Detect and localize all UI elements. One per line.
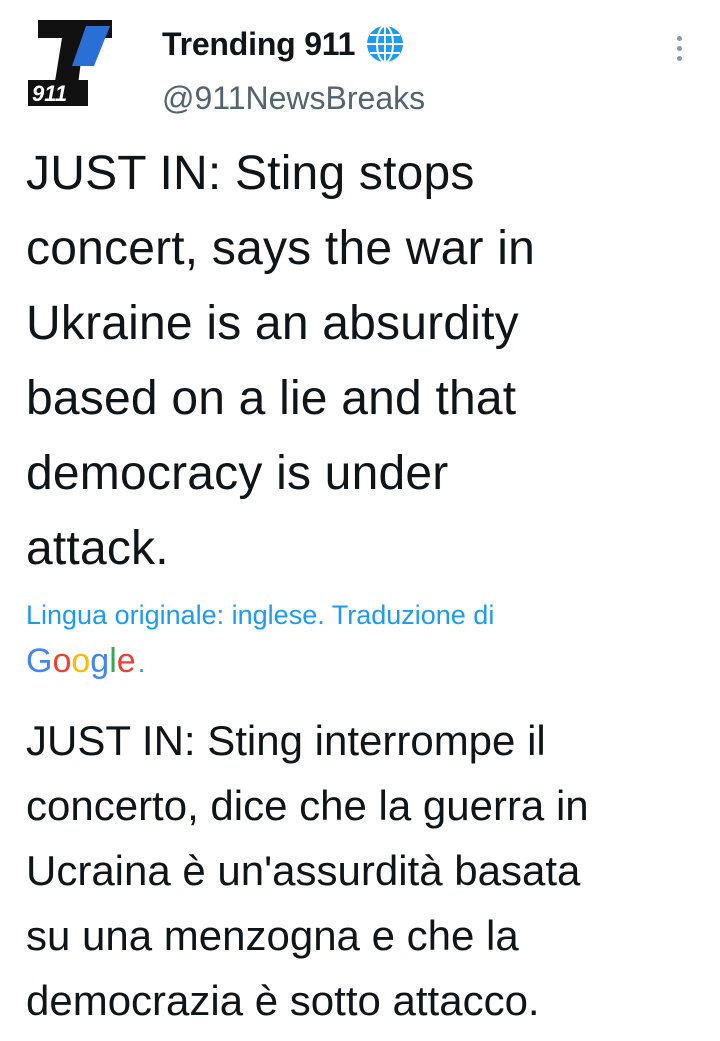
tweet-original-text: JUST IN: Sting stops concert, says the w…	[26, 147, 536, 575]
display-name[interactable]: Trending 911	[162, 26, 355, 63]
tweet-header: 911 Trending 911 @911NewsBreaks	[0, 0, 720, 130]
more-vertical-icon[interactable]	[664, 30, 694, 66]
avatar[interactable]: 911	[22, 14, 130, 122]
avatar-logo-text: 911	[32, 81, 67, 106]
translation-label: Lingua originale: inglese. Traduzione di	[26, 600, 495, 630]
translation-provider-dot: .	[137, 648, 146, 678]
google-letter-o1: o	[52, 642, 72, 680]
google-letter-g2: g	[90, 642, 110, 680]
google-letter-e: e	[116, 642, 136, 680]
globe-icon	[365, 24, 405, 64]
tweet-translated-text: JUST IN: Sting interrompe il concerto, d…	[26, 717, 589, 1024]
google-letter-o2: o	[71, 642, 91, 680]
google-letter-l: l	[109, 642, 117, 680]
name-row: Trending 911	[162, 22, 405, 66]
user-handle[interactable]: @911NewsBreaks	[162, 80, 425, 117]
google-letter-g: G	[26, 642, 53, 680]
google-logo[interactable]: G o o g l e .	[26, 642, 145, 686]
